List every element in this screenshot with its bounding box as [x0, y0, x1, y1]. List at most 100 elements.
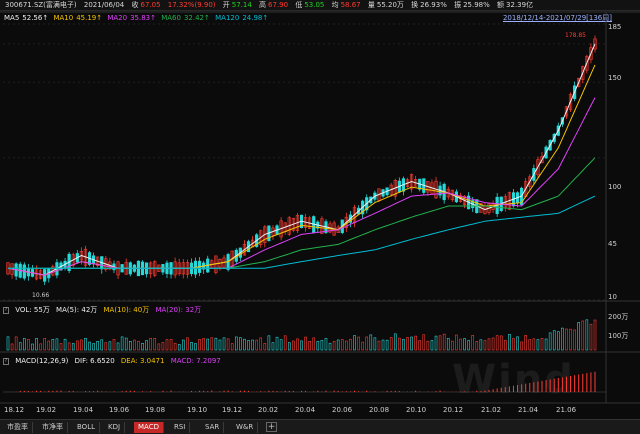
- volume-bar: [149, 337, 152, 351]
- volume-bar: [251, 339, 254, 351]
- volume-bar: [324, 338, 328, 351]
- x-tick: 20.02: [258, 406, 279, 414]
- volume-bar: [267, 335, 271, 351]
- tab-kdj[interactable]: KDJ: [104, 422, 126, 433]
- volume-bar: [308, 341, 311, 351]
- price-axis-45: 45: [608, 240, 617, 248]
- volume-bar: [271, 342, 275, 351]
- volume-bar: [92, 343, 95, 351]
- macd-value: MACD: 7.2097: [170, 357, 221, 365]
- volume-bar: [243, 338, 246, 351]
- volume-bar: [198, 339, 201, 351]
- add-indicator-icon[interactable]: +: [266, 422, 277, 432]
- volume-bar: [524, 335, 528, 351]
- volume-bar: [80, 339, 83, 351]
- volume-bar: [133, 339, 136, 351]
- volume-bar: [59, 343, 63, 351]
- x-tick: 21.06: [556, 406, 577, 414]
- volume-bar: [181, 339, 185, 351]
- volume-bar: [422, 334, 426, 351]
- volume-bar: [316, 341, 320, 351]
- volume-bar: [10, 343, 14, 351]
- volume-bar: [218, 339, 222, 351]
- volume-bar: [369, 334, 373, 351]
- volume-axis-100: 100万: [608, 332, 629, 340]
- x-tick: 18.12: [4, 406, 25, 414]
- volume-bar: [112, 339, 116, 351]
- volume-bar: [483, 340, 487, 351]
- volume-bar: [137, 340, 140, 351]
- x-tick: 21.04: [518, 406, 539, 414]
- tab-boll[interactable]: BOLL: [73, 422, 100, 433]
- volume-bar: [504, 340, 507, 351]
- volume-bar: [495, 335, 499, 351]
- x-tick: 20.08: [369, 406, 390, 414]
- volume-bar: [426, 340, 430, 351]
- volume-bar: [508, 334, 511, 351]
- volume-bar: [169, 338, 173, 351]
- volume-bar: [128, 341, 132, 351]
- volume-bar: [532, 338, 536, 351]
- macd-bars: [3, 371, 606, 393]
- volume-bar: [116, 342, 120, 351]
- volume-bar: [548, 332, 552, 351]
- volume-bar: [365, 336, 369, 351]
- volume-bar: [328, 342, 332, 351]
- volume-bar: [283, 335, 287, 351]
- vol-ma5: MA(5): 42万: [56, 306, 98, 314]
- volume-bar: [561, 327, 564, 351]
- volume-bar: [206, 338, 210, 351]
- volume-bar: [214, 337, 218, 351]
- tab-pb[interactable]: 市净率: [38, 422, 68, 433]
- volume-bar: [520, 341, 523, 351]
- volume-bar: [296, 338, 299, 351]
- volume-bar: [304, 336, 307, 351]
- tab-pe[interactable]: 市盈率: [3, 422, 33, 433]
- volume-bar: [255, 339, 258, 351]
- x-tick: 19.06: [109, 406, 130, 414]
- tab-sar[interactable]: SAR: [201, 422, 225, 433]
- volume-bar: [593, 319, 597, 351]
- volume-bar: [100, 339, 104, 351]
- volume-bar: [84, 337, 87, 351]
- volume-bar: [475, 341, 479, 351]
- x-tick: 20.04: [295, 406, 316, 414]
- volume-bar: [357, 336, 360, 351]
- volume-bar: [487, 338, 491, 351]
- volume-bar: [239, 337, 242, 351]
- volume-bar: [471, 335, 475, 351]
- volume-bar: [516, 336, 519, 351]
- x-tick: 20.06: [332, 406, 353, 414]
- volume-bar: [479, 339, 483, 351]
- volume-bar: [202, 338, 205, 351]
- help-icon[interactable]: ?: [3, 357, 9, 365]
- volume-bar: [565, 328, 568, 351]
- macd-label: MACD(12,26,9): [15, 357, 69, 365]
- kline-chart[interactable]: [0, 0, 640, 434]
- tab-wr[interactable]: W&R: [232, 422, 259, 433]
- volume-bar: [434, 335, 438, 351]
- volume-bar: [279, 339, 283, 351]
- volume-bar: [186, 337, 189, 351]
- ma-line-ma20: [7, 97, 596, 276]
- help-icon[interactable]: ?: [3, 306, 9, 314]
- volume-bar: [43, 338, 46, 351]
- time-axis: 18.12 19.02 19.04 19.06 19.08 19.10 19.1…: [0, 404, 608, 416]
- volume-bar: [6, 336, 10, 351]
- volume-bar: [234, 336, 238, 351]
- tab-rsi[interactable]: RSI: [170, 422, 191, 433]
- volume-bar: [124, 337, 128, 351]
- min-price-marker: 10.66: [32, 292, 50, 299]
- x-tick: 19.12: [222, 406, 243, 414]
- volume-bar: [51, 339, 55, 351]
- volume-bar: [320, 340, 324, 351]
- macd-dea: DEA: 3.0471: [120, 357, 165, 365]
- tab-macd[interactable]: MACD: [134, 422, 164, 433]
- volume-bar: [14, 336, 18, 351]
- volume-bar: [418, 340, 422, 351]
- volume-bar: [108, 341, 112, 351]
- vol-label: VOL: 55万: [15, 306, 50, 314]
- volume-bar: [459, 338, 462, 351]
- vol-ma20: MA(20): 32万: [155, 306, 202, 314]
- candlesticks: [6, 35, 597, 286]
